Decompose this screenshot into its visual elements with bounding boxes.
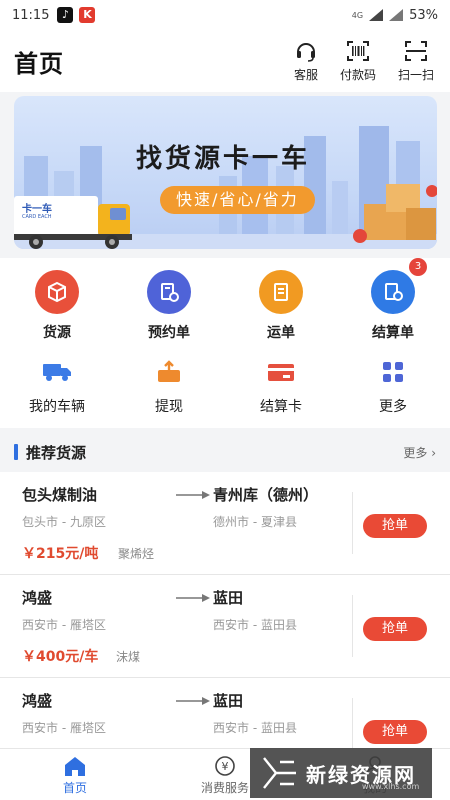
cargo-destination: 蓝田 xyxy=(213,692,244,710)
home-icon xyxy=(65,757,85,776)
cargo-price: ￥400元/车 xyxy=(22,649,99,665)
scan-icon xyxy=(404,41,427,61)
banner-tagline: 快速/省心/省力 xyxy=(160,186,315,214)
cargo-origin: 包头煤制油 xyxy=(22,486,98,504)
section-accent-bar xyxy=(14,444,18,460)
network-label: 4G xyxy=(351,10,364,20)
waybill-icon xyxy=(259,270,303,314)
customer-service-label: 客服 xyxy=(293,68,318,82)
function-grid: 货源 预约单 运单 3 结算单 我的车辆 提现 结算卡 更多 xyxy=(0,258,450,428)
promo-banner[interactable]: 卡一车 CARD EACH 找货源卡一车 快速/省心/省力 xyxy=(14,96,437,249)
scan-label: 扫一扫 xyxy=(397,68,434,82)
payment-code-label: 付款码 xyxy=(339,68,376,82)
signal-icon xyxy=(369,9,384,21)
cargo-origin: 鸿盛 xyxy=(22,589,53,607)
card-divider xyxy=(352,492,353,554)
k-app-icon: K xyxy=(79,7,96,23)
barcode-icon xyxy=(346,41,369,61)
menu-item-withdraw[interactable]: 提现 xyxy=(113,356,225,416)
cargo-origin-area: 西安市 - 雁塔区 xyxy=(22,721,106,735)
status-bar: 11:15 ♪ K 4G 53% xyxy=(0,0,450,30)
scan-button[interactable]: 扫一扫 xyxy=(398,39,434,83)
tab-home[interactable]: 首页 xyxy=(35,755,115,796)
grab-order-button[interactable]: 抢单 xyxy=(363,720,427,744)
section-more-link[interactable]: 更多 › xyxy=(403,444,436,461)
signal-icon-2 xyxy=(389,9,404,21)
menu-label-reservation: 预约单 xyxy=(148,325,190,341)
route-arrow-icon xyxy=(176,594,210,602)
settlement-badge: 3 xyxy=(409,258,427,276)
cargo-price: ￥215元/吨 xyxy=(22,546,99,562)
cargo-destination: 青州库（德州） xyxy=(213,486,319,504)
site-watermark: 新绿资源网 www.xlhs.com xyxy=(250,748,432,798)
cargo-origin-area: 包头市 - 九原区 xyxy=(22,515,106,529)
headset-icon xyxy=(296,43,315,62)
tiktok-app-icon: ♪ xyxy=(57,7,74,23)
tab-home-label: 首页 xyxy=(62,781,87,795)
withdraw-icon xyxy=(153,356,185,388)
watermark-url: www.xlhs.com xyxy=(362,782,420,791)
menu-label-withdraw: 提现 xyxy=(155,399,183,415)
payment-code-button[interactable]: 付款码 xyxy=(340,39,376,83)
menu-item-more[interactable]: 更多 xyxy=(337,356,449,416)
menu-item-settlement[interactable]: 3 结算单 xyxy=(337,258,449,342)
menu-label-settlement: 结算单 xyxy=(372,325,414,341)
cargo-card[interactable]: 鸿盛 蓝田 西安市 - 雁塔区 西安市 - 蓝田县 ￥400元/车 沫煤 抢单 xyxy=(0,575,450,678)
card-divider xyxy=(352,595,353,657)
truck-logo: 卡一车 xyxy=(22,204,52,215)
route-arrow-icon xyxy=(176,491,210,499)
card-icon xyxy=(265,356,297,388)
menu-label-waybill: 运单 xyxy=(267,325,295,341)
cargo-destination-area: 西安市 - 蓝田县 xyxy=(213,618,297,632)
status-time: 11:15 xyxy=(12,7,50,23)
cargo-goods: 沫煤 xyxy=(116,650,141,664)
menu-item-reservation[interactable]: 预约单 xyxy=(113,270,225,342)
settlement-icon: 3 xyxy=(371,258,427,314)
cargo-origin: 鸿盛 xyxy=(22,692,53,710)
menu-label-more: 更多 xyxy=(379,399,407,415)
yen-icon: ¥ xyxy=(215,756,235,776)
menu-item-cargo-source[interactable]: 货源 xyxy=(1,270,113,342)
cargo-origin-area: 西安市 - 雁塔区 xyxy=(22,618,106,632)
route-arrow-icon xyxy=(176,697,210,705)
menu-item-settlement-card[interactable]: 结算卡 xyxy=(225,356,337,416)
cargo-destination-area: 德州市 - 夏津县 xyxy=(213,515,297,529)
app-header: 首页 客服 付款码 扫一扫 xyxy=(0,30,450,92)
grab-order-button[interactable]: 抢单 xyxy=(363,617,427,641)
menu-item-waybill[interactable]: 运单 xyxy=(225,270,337,342)
truck-logo-sub: CARD EACH xyxy=(22,214,52,220)
cargo-goods: 聚烯烃 xyxy=(118,547,155,561)
menu-item-my-vehicles[interactable]: 我的车辆 xyxy=(1,356,113,416)
box-icon xyxy=(35,270,79,314)
battery-label: 53% xyxy=(409,7,438,23)
menu-label-settlement-card: 结算卡 xyxy=(260,399,302,415)
document-clock-icon xyxy=(147,270,191,314)
menu-label-my-vehicles: 我的车辆 xyxy=(29,399,85,415)
cargo-card[interactable]: 包头煤制油 青州库（德州） 包头市 - 九原区 德州市 - 夏津县 ￥215元/… xyxy=(0,472,450,575)
grid-icon xyxy=(377,356,409,388)
cargo-destination-area: 西安市 - 蓝田县 xyxy=(213,721,297,735)
tab-consumer-services-label: 消费服务 xyxy=(200,781,249,795)
cargo-list: 包头煤制油 青州库（德州） 包头市 - 九原区 德州市 - 夏津县 ￥215元/… xyxy=(0,472,450,781)
svg-text:¥: ¥ xyxy=(222,760,229,773)
page-title: 首页 xyxy=(14,49,64,78)
section-title: 推荐货源 xyxy=(26,443,87,462)
banner-headline: 找货源卡一车 xyxy=(136,144,311,174)
cargo-destination: 蓝田 xyxy=(213,589,244,607)
watermark-logo-icon xyxy=(263,757,296,789)
customer-service-button[interactable]: 客服 xyxy=(294,39,318,83)
truck-icon xyxy=(41,356,73,388)
menu-label-cargo-source: 货源 xyxy=(43,325,71,341)
grab-order-button[interactable]: 抢单 xyxy=(363,514,427,538)
recommended-cargo-header: 推荐货源 更多 › xyxy=(0,432,450,472)
